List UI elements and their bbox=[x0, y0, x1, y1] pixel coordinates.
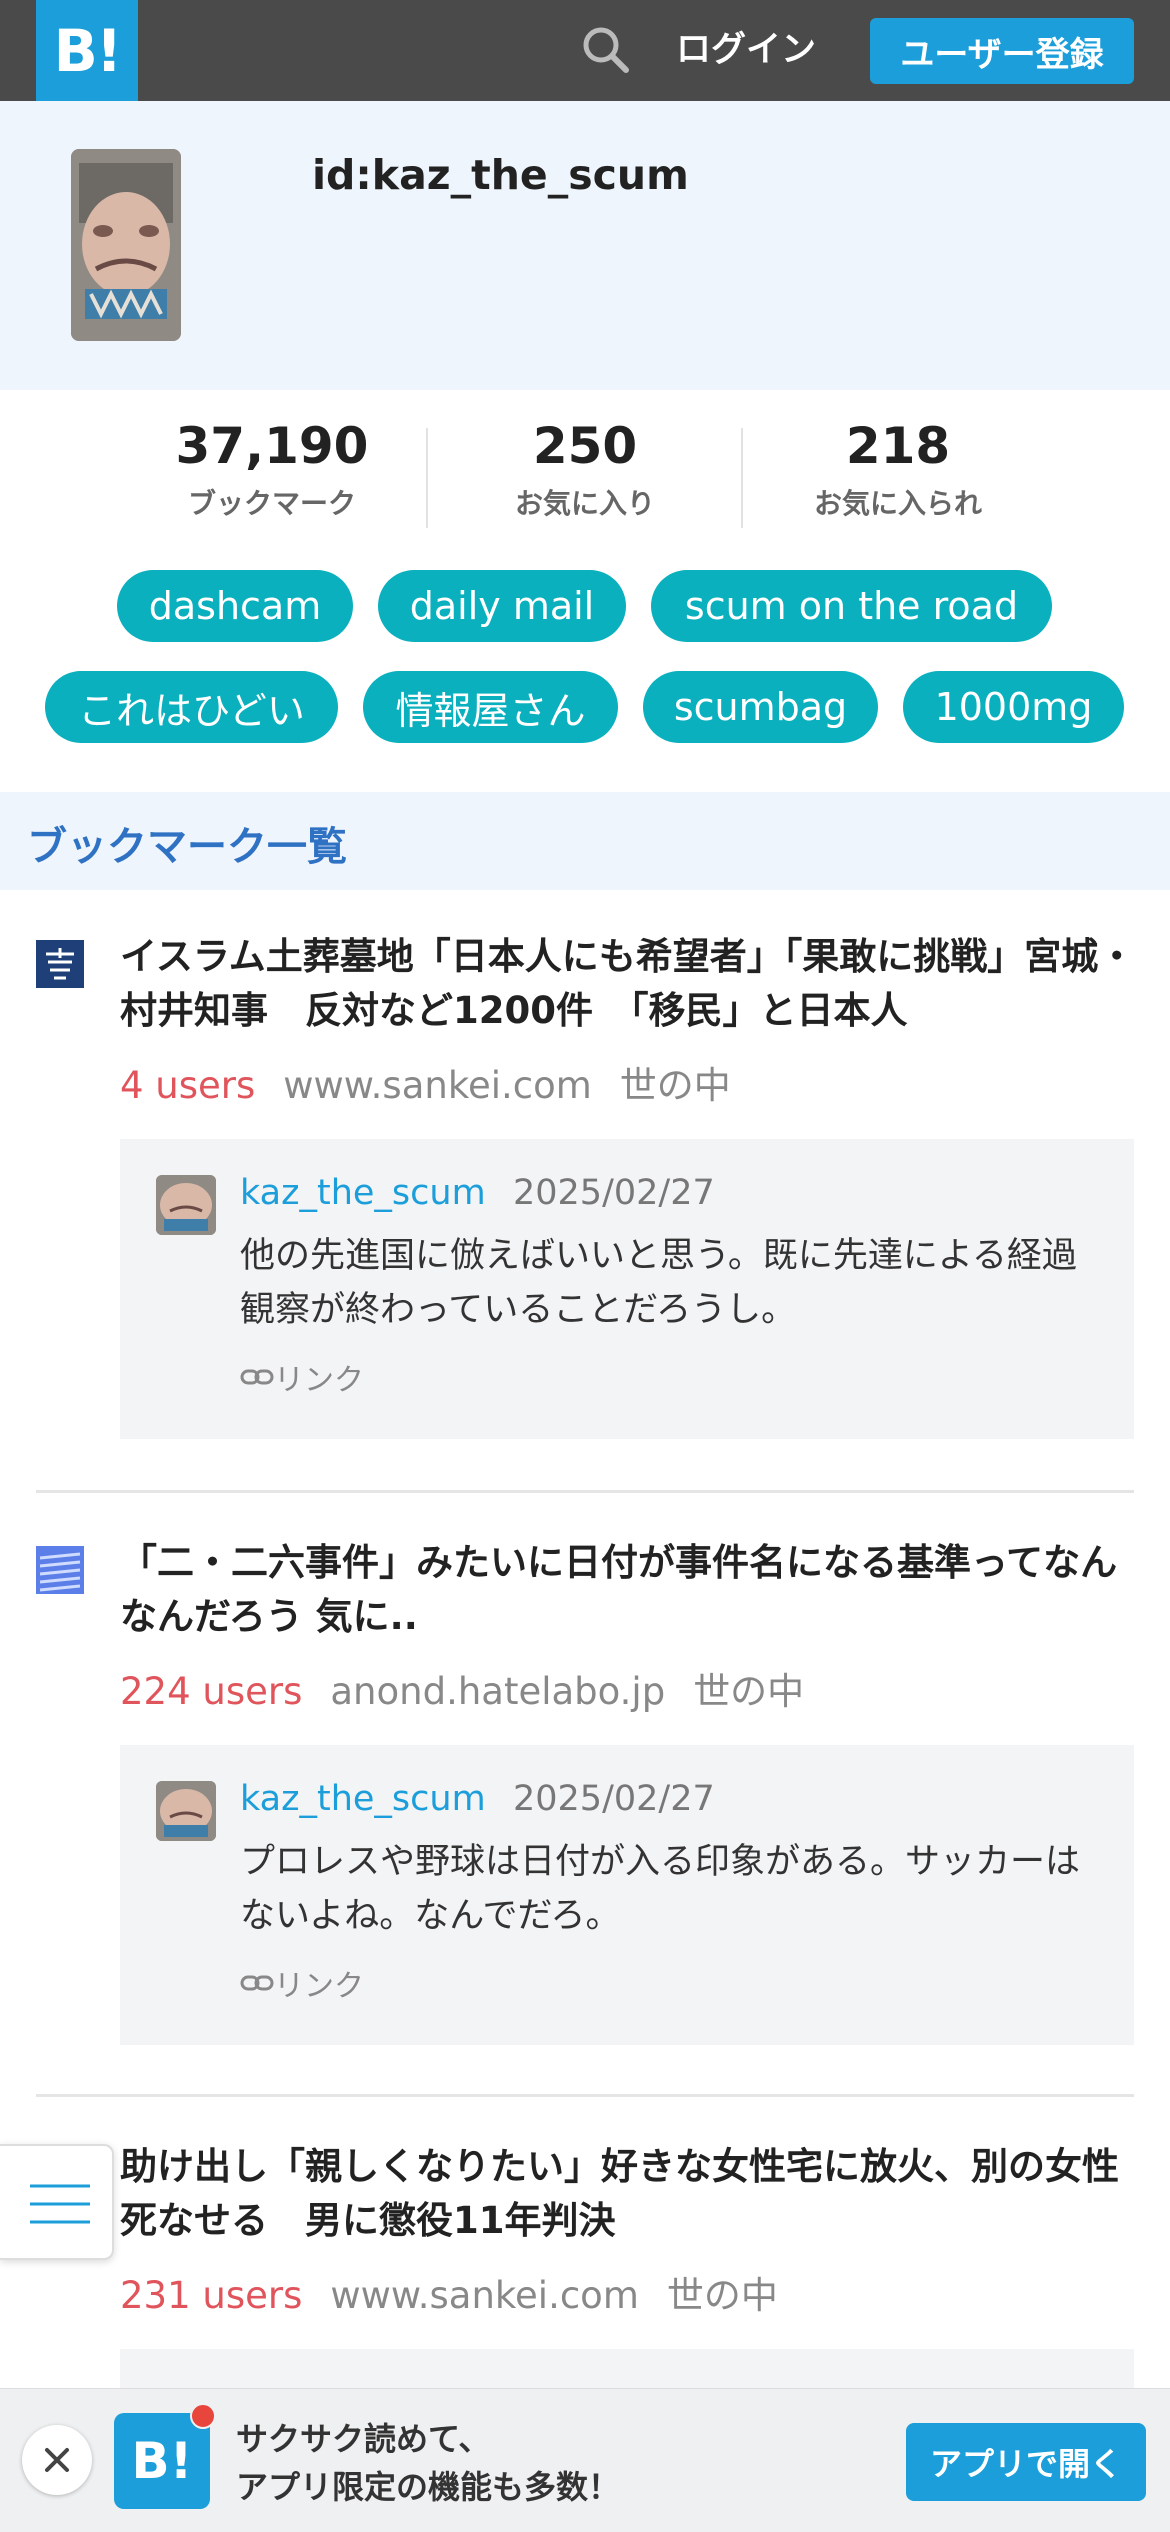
close-banner-button[interactable] bbox=[22, 2425, 92, 2495]
avatar[interactable] bbox=[156, 1781, 216, 1841]
entry-category[interactable]: 世の中 bbox=[620, 1064, 731, 1107]
stat-bookmarks-value: 37,190 bbox=[175, 417, 369, 475]
entry-title[interactable]: イスラム土葬墓地「日本人にも希望者」「果敢に挑戦」宮城・村井知事 反対など120… bbox=[120, 930, 1140, 1038]
entry-users-count[interactable]: 231 users bbox=[120, 2274, 302, 2317]
entry-domain[interactable]: www.sankei.com bbox=[330, 2274, 638, 2317]
comment-text: 他の先進国に倣えばいいと思う。既に先達による経過観察が終わっていることだろうし。 bbox=[240, 1236, 1077, 1330]
entry-users-count[interactable]: 4 users bbox=[120, 1064, 255, 1107]
login-link[interactable]: ログイン bbox=[676, 22, 816, 78]
tag-chip[interactable]: scumbag bbox=[643, 671, 878, 743]
top-header: B! ログイン ユーザー登録 bbox=[0, 0, 1170, 101]
link-icon bbox=[240, 1975, 274, 1991]
close-icon bbox=[45, 2448, 69, 2472]
stat-followers[interactable]: 218 お気に入られ bbox=[778, 416, 1018, 522]
entry-category[interactable]: 世の中 bbox=[693, 1670, 804, 1713]
stat-bookmarks-label: ブックマーク bbox=[187, 487, 356, 520]
section-header: ブックマーク一覧 bbox=[0, 792, 1170, 890]
entry-title[interactable]: 助け出し「親しくなりたい」好きな女性宅に放火、別の女性死なせる 男に懲役11年判… bbox=[120, 2140, 1140, 2248]
comment-card: kaz_the_scum 2025/02/27 プロレスや野球は日付が入る印象が… bbox=[120, 1745, 1134, 2045]
stat-favorites[interactable]: 250 お気に入り bbox=[465, 416, 705, 522]
stat-favorites-value: 250 bbox=[532, 417, 638, 475]
open-in-app-button[interactable]: アプリで開く bbox=[906, 2423, 1146, 2501]
site-favicon bbox=[36, 940, 84, 988]
stat-followers-value: 218 bbox=[845, 417, 951, 475]
comment-username[interactable]: kaz_the_scum bbox=[240, 1173, 486, 1213]
entry-meta: 231 users www.sankei.com 世の中 bbox=[120, 2265, 778, 2319]
avatar bbox=[71, 149, 181, 341]
comment-link[interactable]: リンク bbox=[240, 1961, 364, 2005]
comment-card: kaz_the_scum 2025/02/27 他の先進国に倣えばいいと思う。既… bbox=[120, 1139, 1134, 1439]
register-button[interactable]: ユーザー登録 bbox=[870, 18, 1134, 84]
tag-chip[interactable]: scum on the road bbox=[651, 570, 1052, 642]
stat-divider bbox=[741, 428, 743, 528]
profile-username: id:kaz_the_scum bbox=[312, 151, 689, 199]
tag-chip[interactable]: 1000mg bbox=[903, 671, 1124, 743]
banner-line-1: サクサク読めて、 bbox=[236, 2420, 491, 2458]
banner-line-2: アプリ限定の機能も多数！ bbox=[236, 2468, 621, 2506]
entry-meta: 224 users anond.hatelabo.jp 世の中 bbox=[120, 1661, 804, 1715]
entry-category[interactable]: 世の中 bbox=[667, 2274, 778, 2317]
entry-divider bbox=[36, 1490, 1134, 1493]
tag-chip[interactable]: dashcam bbox=[117, 570, 353, 642]
entry-users-count[interactable]: 224 users bbox=[120, 1670, 302, 1713]
stat-divider bbox=[426, 428, 428, 528]
entry-domain[interactable]: www.sankei.com bbox=[283, 1064, 591, 1107]
comment-username[interactable]: kaz_the_scum bbox=[240, 1779, 486, 1819]
stat-favorites-label: お気に入り bbox=[514, 487, 655, 520]
app-icon: B! bbox=[114, 2413, 210, 2509]
menu-button[interactable] bbox=[0, 2144, 114, 2260]
link-icon bbox=[240, 1369, 274, 1385]
comment-date: 2025/02/27 bbox=[513, 1779, 715, 1819]
app-promo-banner: B! サクサク読めて、 アプリ限定の機能も多数！ アプリで開く bbox=[0, 2388, 1170, 2532]
comment-date: 2025/02/27 bbox=[513, 1173, 715, 1213]
banner-message: サクサク読めて、 アプリ限定の機能も多数！ bbox=[236, 2415, 620, 2511]
tag-chip[interactable]: daily mail bbox=[378, 570, 626, 642]
comment-text: プロレスや野球は日付が入る印象がある。サッカーはないよね。なんでだろ。 bbox=[240, 1842, 1081, 1936]
hatena-bookmark-logo[interactable]: B! bbox=[36, 0, 138, 101]
comment-link-label: リンク bbox=[274, 1969, 364, 2004]
stat-bookmarks[interactable]: 37,190 ブックマーク bbox=[152, 416, 392, 522]
comment-link-label: リンク bbox=[274, 1363, 364, 1398]
stat-followers-label: お気に入られ bbox=[813, 487, 982, 520]
section-title: ブックマーク一覧 bbox=[27, 824, 347, 870]
entry-domain[interactable]: anond.hatelabo.jp bbox=[330, 1670, 665, 1713]
site-favicon bbox=[36, 1546, 84, 1594]
comment-link[interactable]: リンク bbox=[240, 1355, 364, 1399]
avatar[interactable] bbox=[156, 1175, 216, 1235]
profile-stats: 37,190 ブックマーク 250 お気に入り 218 お気に入られ bbox=[0, 390, 1170, 540]
tag-chip[interactable]: 情報屋さん bbox=[363, 671, 618, 743]
hamburger-icon bbox=[30, 2184, 90, 2224]
tag-chip[interactable]: これはひどい bbox=[45, 671, 338, 743]
search-icon[interactable] bbox=[578, 22, 634, 78]
profile-header: id:kaz_the_scum bbox=[0, 101, 1170, 390]
entry-meta: 4 users www.sankei.com 世の中 bbox=[120, 1055, 731, 1109]
entry-divider bbox=[36, 2094, 1134, 2097]
entry-title[interactable]: 「二・二六事件」みたいに日付が事件名になる基準ってなんなんだろう 気に.. bbox=[120, 1536, 1140, 1644]
notification-dot bbox=[190, 2403, 216, 2429]
